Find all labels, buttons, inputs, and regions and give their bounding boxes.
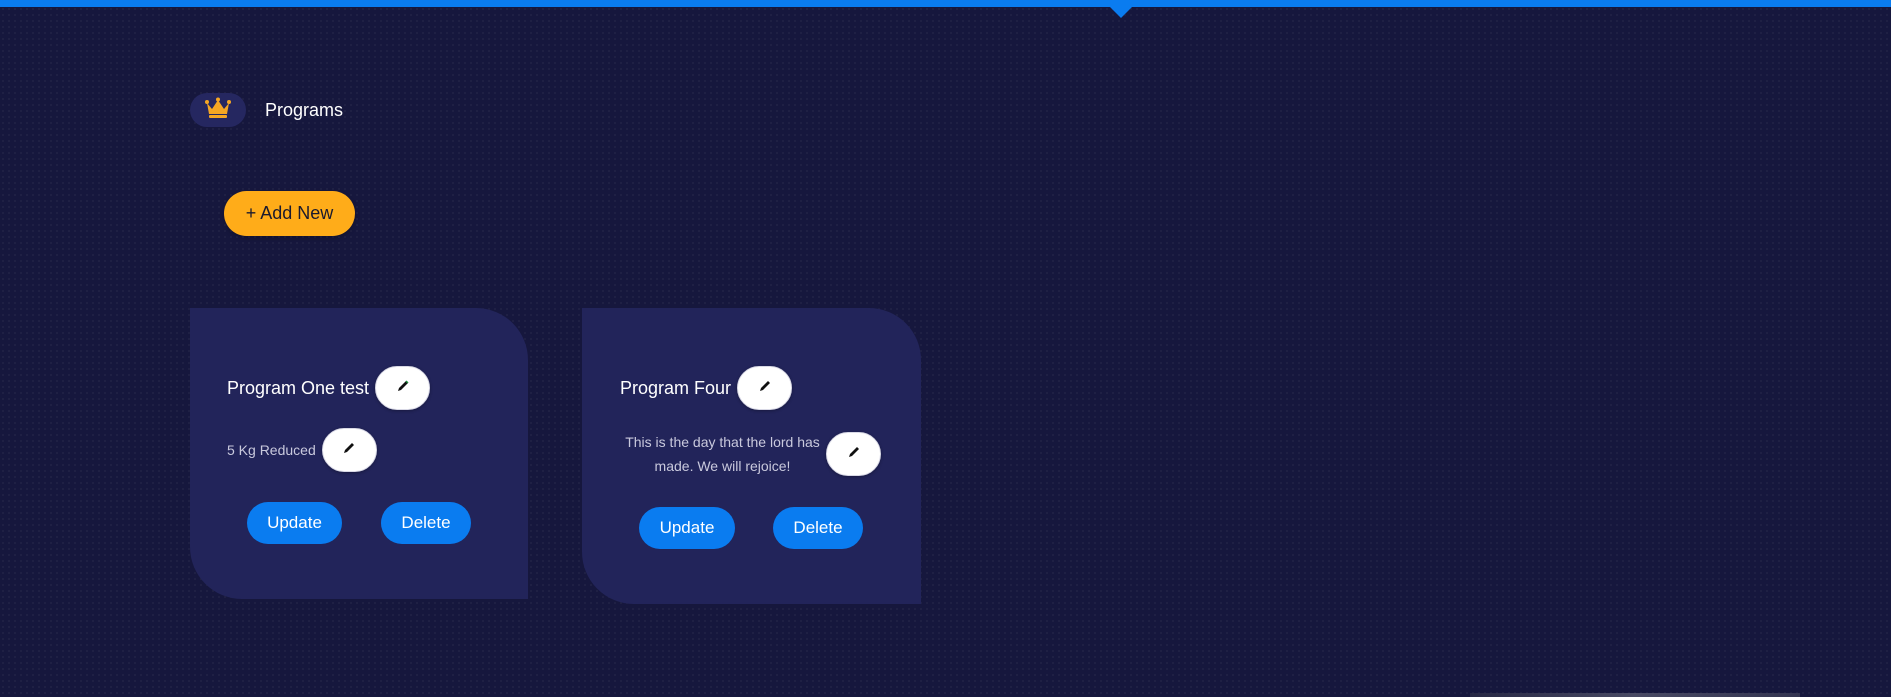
card-title-row: Program One test: [227, 366, 431, 410]
edit-title-button[interactable]: [375, 366, 431, 410]
pencil-icon: [395, 378, 411, 399]
pencil-icon: [341, 440, 357, 461]
add-new-button[interactable]: + Add New: [224, 191, 355, 236]
crown-badge: [190, 93, 246, 127]
edit-description-button[interactable]: [826, 432, 881, 476]
edit-title-button[interactable]: [737, 366, 793, 410]
program-card: Program Four This is the day that the lo…: [582, 308, 921, 604]
program-title: Program Four: [620, 377, 732, 398]
program-description: 5 Kg Reduced: [227, 442, 316, 458]
pencil-icon: [757, 378, 773, 399]
program-title: Program One test: [227, 377, 370, 398]
delete-button[interactable]: Delete: [773, 507, 863, 549]
update-button[interactable]: Update: [247, 502, 342, 544]
card-title-row: Program Four: [620, 366, 793, 410]
page-header: Programs: [190, 93, 343, 127]
delete-button[interactable]: Delete: [381, 502, 471, 544]
top-caret-indicator: [1110, 7, 1132, 18]
page-title: Programs: [265, 99, 344, 120]
card-desc-row: This is the day that the lord has made. …: [620, 430, 881, 478]
crown-icon: [205, 97, 231, 124]
pencil-icon: [846, 444, 862, 465]
card-desc-row: 5 Kg Reduced: [227, 428, 377, 472]
top-accent-bar: [0, 0, 1891, 7]
program-description: This is the day that the lord has made. …: [625, 434, 820, 474]
edit-description-button[interactable]: [321, 428, 377, 472]
bottom-corner-strip: [1470, 693, 1800, 697]
program-card: Program One test 5 Kg Reduced Update Del…: [190, 308, 528, 599]
update-button[interactable]: Update: [639, 507, 735, 549]
